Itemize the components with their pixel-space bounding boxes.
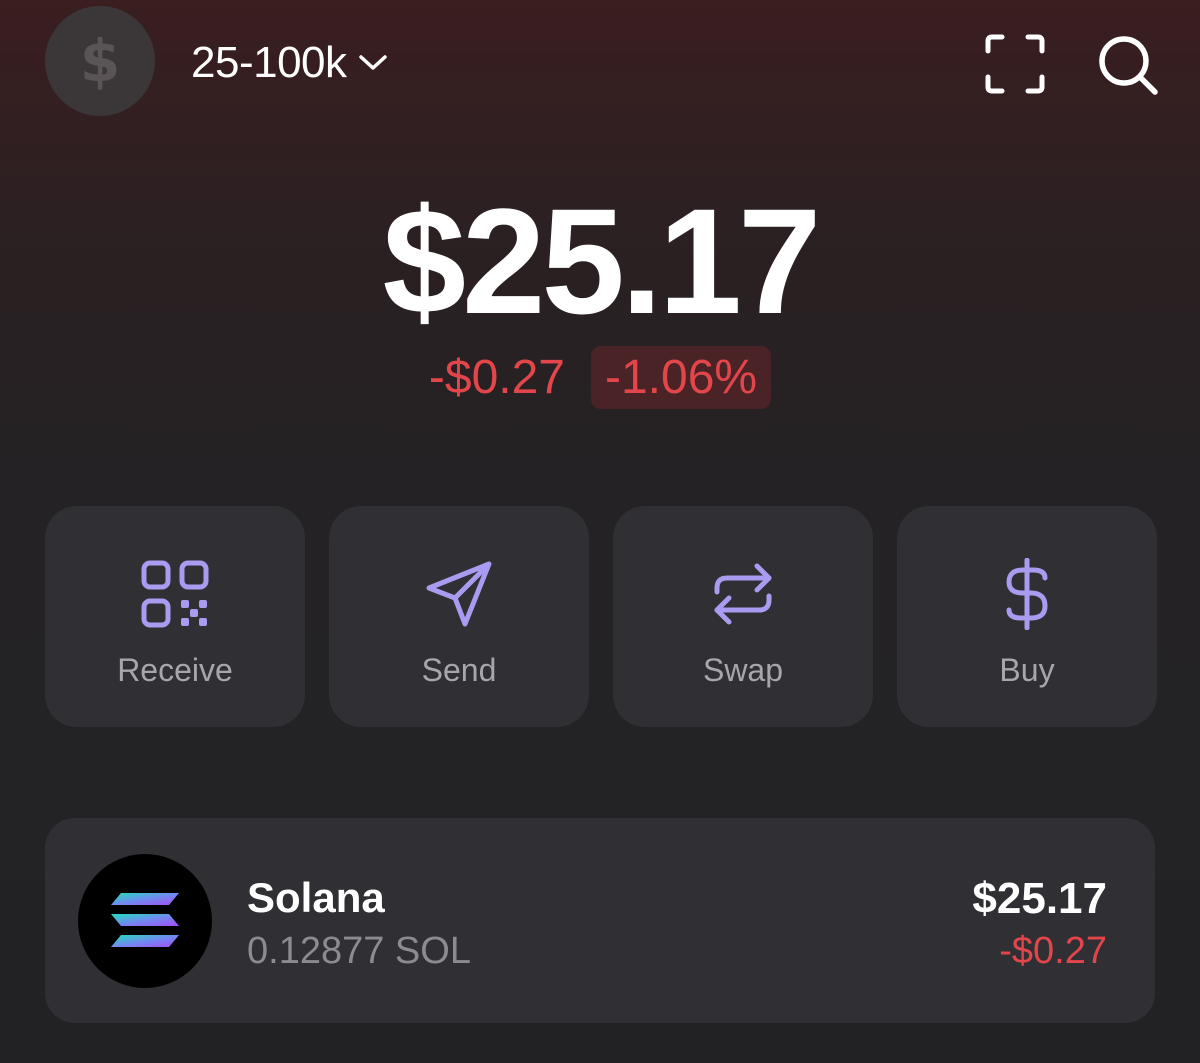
change-percent-badge: -1.06% [591, 346, 772, 409]
scan-icon [985, 34, 1045, 94]
scan-button[interactable] [984, 33, 1046, 95]
solana-logo-icon [78, 854, 212, 988]
avatar[interactable]: $ [45, 6, 155, 116]
send-button[interactable]: Send [329, 506, 589, 727]
buy-button[interactable]: Buy [897, 506, 1157, 727]
receive-label: Receive [117, 652, 233, 688]
balance-change: -$0.27 -1.06% [0, 346, 1200, 409]
send-label: Send [421, 652, 497, 688]
chevron-down-icon [358, 55, 387, 70]
buy-label: Buy [999, 652, 1055, 688]
paper-plane-icon [426, 561, 492, 627]
account-selector[interactable]: 25-100k [191, 38, 389, 88]
token-row-solana[interactable]: Solana 0.12877 SOL $25.17 -$0.27 [45, 818, 1155, 1023]
swap-arrows-icon [714, 563, 772, 625]
swap-label: Swap [702, 652, 784, 688]
change-amount: -$0.27 [428, 351, 565, 404]
total-balance: $25.17 [382, 177, 822, 345]
dollar-icon: $ [79, 27, 121, 95]
qr-code-icon [141, 560, 209, 628]
dollar-icon [1006, 558, 1048, 630]
token-amount: 0.12877 SOL [247, 930, 471, 972]
action-bar: Receive Send Swap Buy [45, 506, 1157, 727]
swap-button[interactable]: Swap [613, 506, 873, 727]
search-icon [1099, 36, 1158, 95]
token-name: Solana [247, 874, 385, 921]
account-name: 25-100k [191, 38, 347, 87]
token-value: $25.17 [972, 874, 1107, 923]
token-change: -$0.27 [999, 930, 1107, 972]
receive-button[interactable]: Receive [45, 506, 305, 727]
search-button[interactable] [1096, 33, 1160, 97]
